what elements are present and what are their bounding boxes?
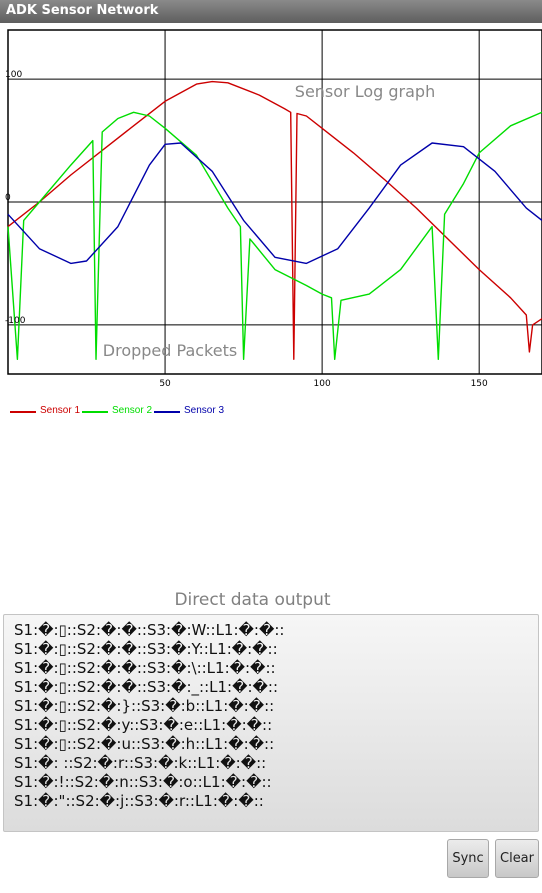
app-title: ADK Sensor Network: [6, 3, 159, 18]
output-line: S1:�:▯::S2:�:y::S3:�:e::L1:�:�::: [14, 716, 273, 734]
output-line: S1:�:!::S2:�:n::S3:�:o::L1:�:�::: [14, 773, 272, 791]
y-tick-label: -100: [5, 316, 26, 326]
clear-button[interactable]: Clear: [495, 839, 539, 878]
y-tick-label: 100: [5, 70, 22, 80]
direct-output-title: Direct data output: [174, 590, 331, 610]
x-tick-label: 150: [471, 379, 488, 389]
output-line: S1:�:▯::S2:�:u::S3:�:h::L1:�:�::: [14, 735, 275, 753]
output-line: S1:�:▯::S2:�:�::S3:�:_::L1:�:�::: [14, 678, 278, 696]
legend-label: Sensor 2: [112, 405, 153, 416]
graph-title: Sensor Log graph: [295, 82, 435, 101]
sensor-log-chart: 50 100 150 100 0 -100 Sensor Log graph Droppe…: [5, 29, 542, 389]
direct-output-box[interactable]: S1:�:▯::S2:�:�::S3:�:W::L1:�:�:: S1:�:▯:…: [3, 614, 539, 832]
dropped-packets-label: Dropped Packets: [103, 341, 237, 360]
title-bar: ADK Sensor Network: [0, 0, 542, 23]
output-line: S1:�:▯::S2:�:�::S3:�:W::L1:�:�::: [14, 621, 285, 639]
sync-button[interactable]: Sync: [447, 839, 489, 878]
legend-swatch: [154, 411, 180, 413]
legend-swatch: [82, 411, 108, 413]
output-line: S1:�:▯::S2:�:}::S3:�:b::L1:�:�::: [14, 697, 275, 715]
legend-label: Sensor 1: [40, 405, 81, 416]
output-line: S1:�:"::S2:�:j::S3:�:r::L1:�:�::: [14, 792, 264, 810]
x-tick-label: 100: [314, 379, 331, 389]
legend-swatch: [10, 411, 36, 413]
output-line: S1:�: ::S2:�:r::S3:�:k::L1:�:�::: [14, 754, 267, 772]
x-tick-label: 50: [159, 379, 171, 389]
legend-label: Sensor 3: [184, 405, 225, 416]
y-tick-label: 0: [5, 193, 11, 203]
output-line: S1:�:▯::S2:�:�::S3:�:Y::L1:�:�::: [14, 640, 278, 658]
output-line: S1:�:▯::S2:�:�::S3:�:\::L1:�:�::: [14, 659, 276, 677]
